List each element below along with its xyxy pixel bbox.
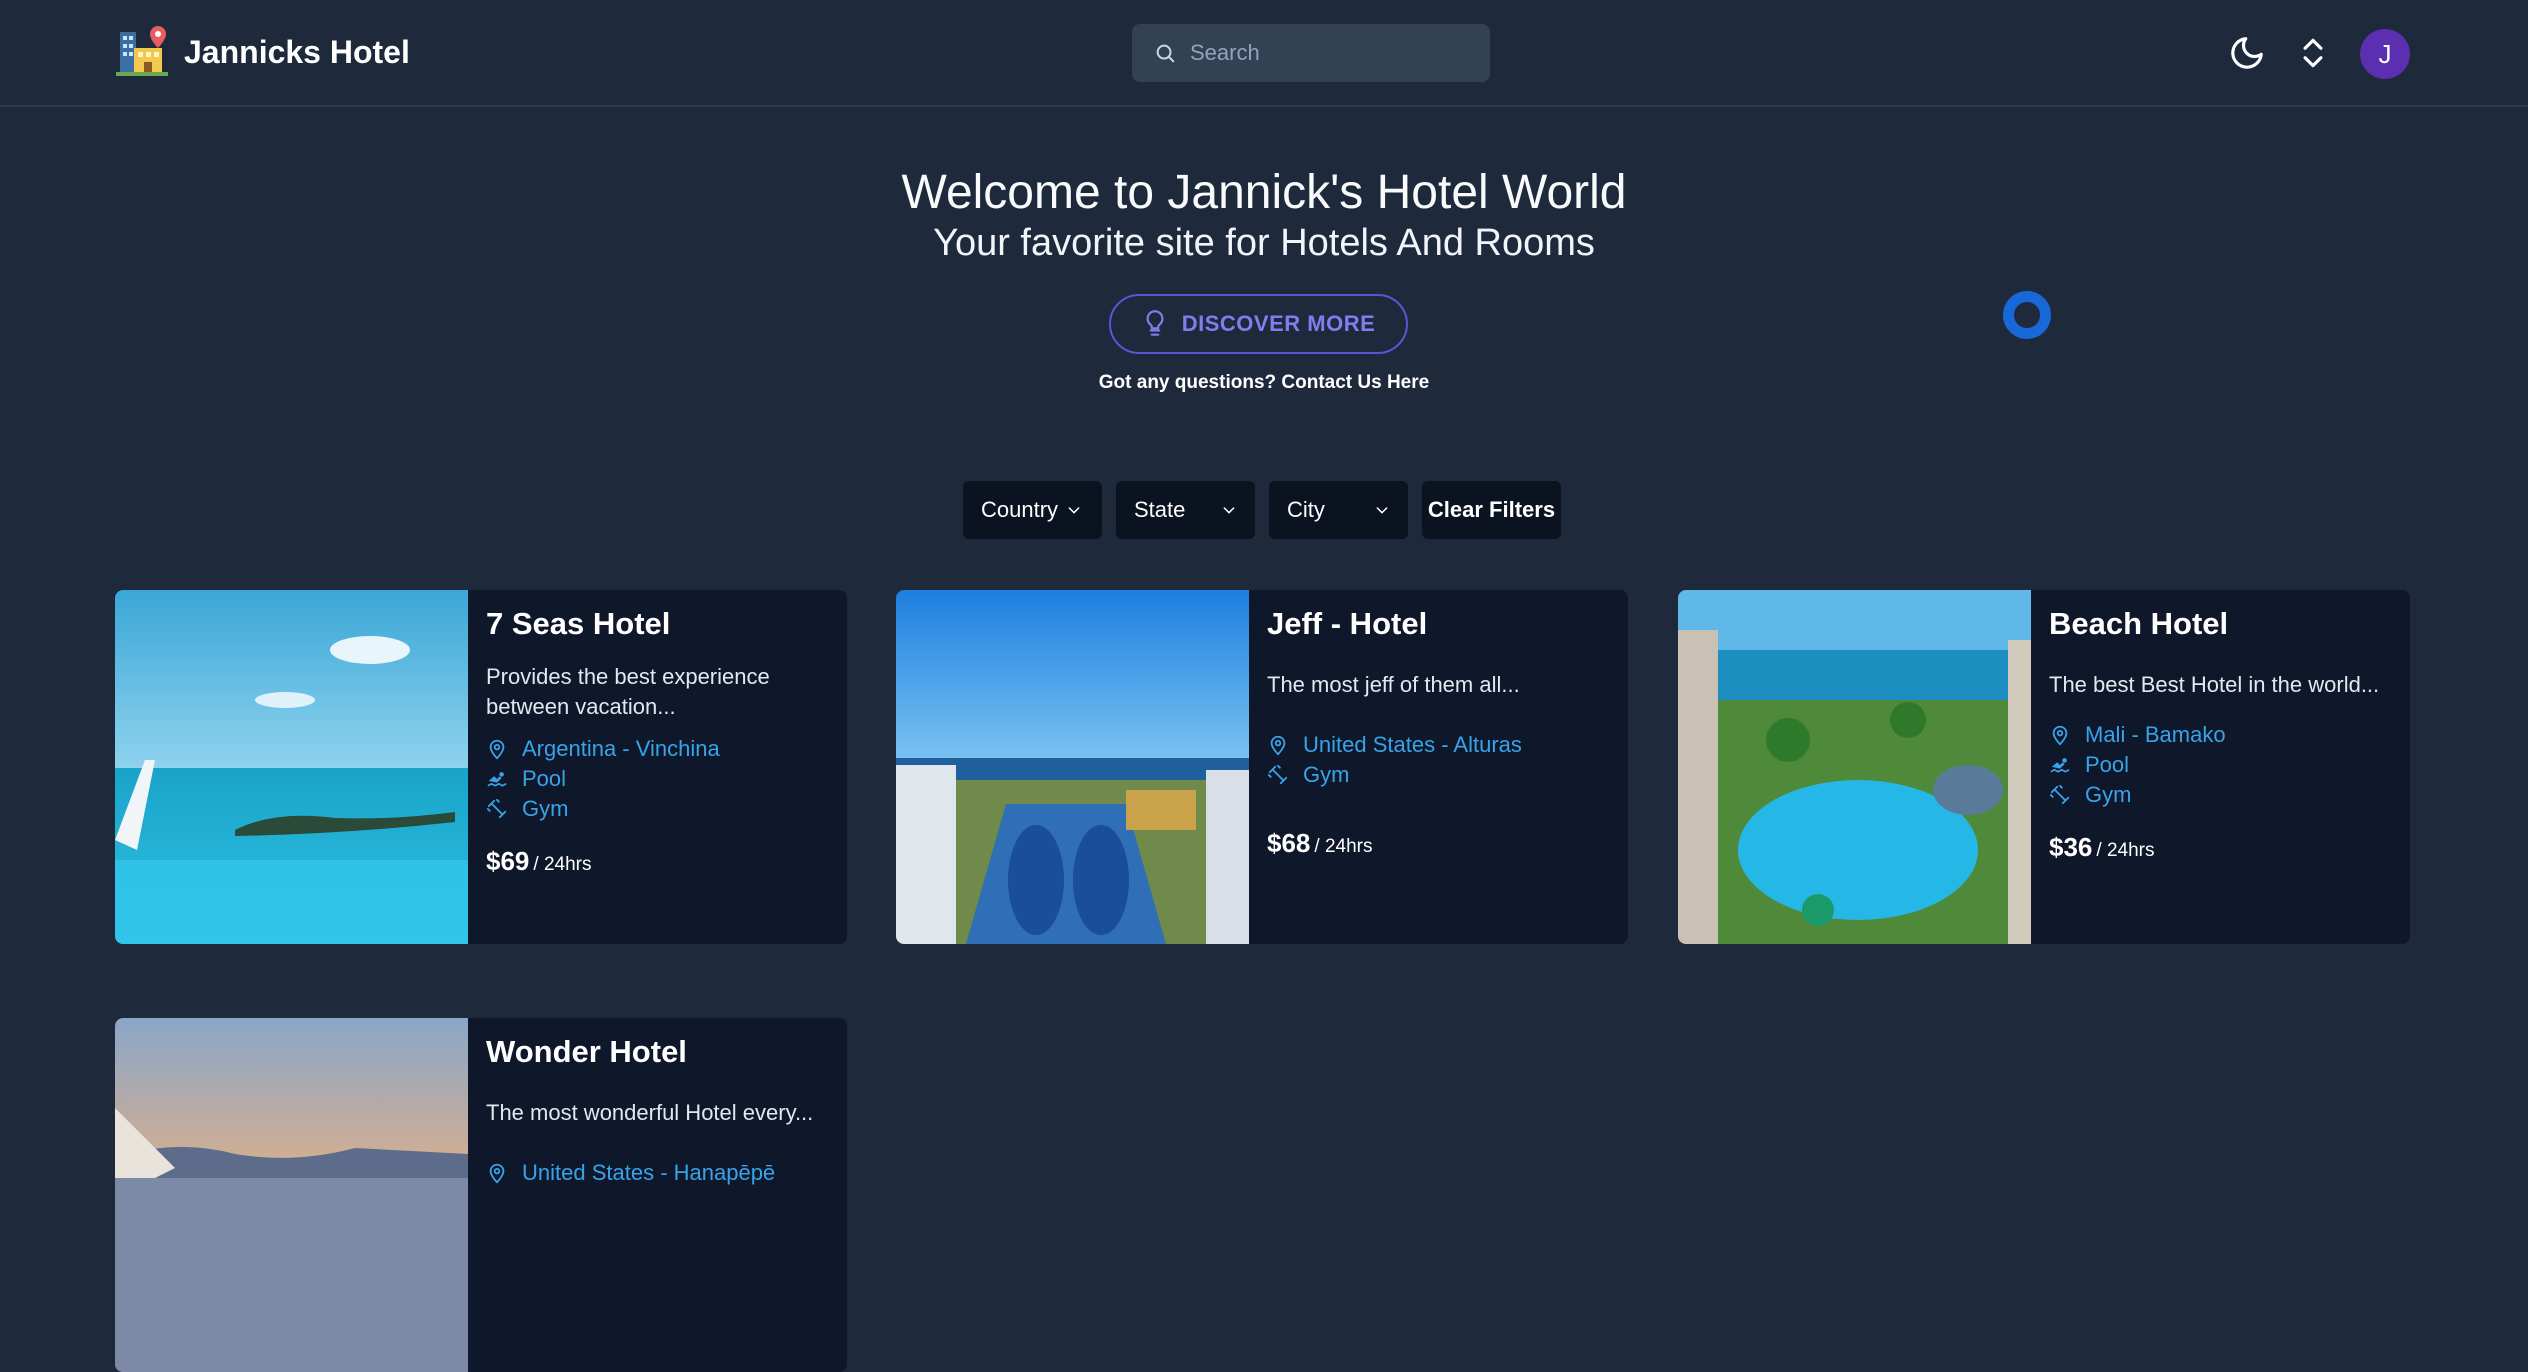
hotel-description: The best Best Hotel in the world...	[2049, 672, 2380, 697]
country-select-label: Country	[981, 497, 1059, 522]
hotel-card[interactable]: 7 Seas Hotel Provides the best experienc…	[115, 590, 847, 944]
map-pin-icon	[489, 1163, 505, 1184]
dark-mode-moon-icon[interactable]	[2228, 34, 2266, 72]
amenity-gym: Gym	[2049, 780, 2392, 810]
discover-more-label: DISCOVER MORE	[1181, 311, 1376, 336]
state-select[interactable]: State	[1116, 481, 1255, 539]
country-select[interactable]: Country	[963, 481, 1102, 539]
hotel-photo-wonder	[115, 1018, 468, 1372]
contact-link[interactable]: Got any questions? Contact Us Here	[0, 372, 2528, 394]
clear-filters-button[interactable]: Clear Filters	[1422, 481, 1561, 539]
hotel-card[interactable]: Wonder Hotel The most wonderful Hotel ev…	[115, 1018, 847, 1372]
hotel-photo-7-seas	[115, 590, 468, 944]
search-icon	[1156, 44, 1175, 63]
hotel-logo-icon	[116, 26, 168, 76]
top-bar: Jannicks Hotel J	[0, 0, 2528, 107]
user-avatar[interactable]: J	[2360, 29, 2410, 79]
hotel-location: United States - Hanapēpē	[486, 1158, 829, 1188]
amenity-gym: Gym	[486, 794, 829, 824]
hotel-location: Argentina - Vinchina	[486, 734, 829, 764]
chevron-down-icon	[1376, 507, 1388, 514]
hero-title: Welcome to Jannick's Hotel World	[901, 166, 1627, 219]
hero-subtitle: Your favorite site for Hotels And Rooms	[933, 222, 1595, 264]
hotel-location: United States - Alturas	[1267, 730, 1610, 760]
hotel-card[interactable]: Jeff - Hotel The most jeff of them all..…	[896, 590, 1628, 944]
discover-more-button[interactable]: DISCOVER MORE	[1109, 294, 1408, 354]
brand[interactable]: Jannicks Hotel	[116, 24, 410, 80]
dumbbell-icon	[1267, 764, 1288, 785]
swimming-icon	[2050, 758, 2070, 773]
chevron-down-icon	[1068, 507, 1080, 514]
hotel-name[interactable]: 7 Seas Hotel	[486, 606, 829, 642]
search-bar[interactable]	[1132, 24, 1490, 82]
hotel-price: $68/ 24hrs	[1267, 828, 1373, 858]
hotel-photo-beach	[1678, 590, 2031, 944]
hotel-photo-jeff	[896, 590, 1249, 944]
lightbulb-icon	[1146, 310, 1164, 336]
amenity-pool: Pool	[486, 764, 829, 794]
map-pin-icon	[2052, 725, 2068, 746]
hotel-name[interactable]: Wonder Hotel	[486, 1034, 829, 1070]
brand-name: Jannicks Hotel	[184, 33, 410, 70]
hotel-description: The most jeff of them all...	[1267, 672, 1520, 697]
hotel-location: Mali - Bamako	[2049, 720, 2392, 750]
dumbbell-icon	[486, 798, 507, 819]
map-pin-icon	[1270, 735, 1286, 756]
loading-spinner	[2003, 291, 2051, 339]
hotel-name[interactable]: Jeff - Hotel	[1267, 606, 1610, 642]
filter-bar: Country State City Clear Filters	[963, 481, 1561, 539]
chevron-down-icon	[1223, 507, 1235, 514]
dumbbell-icon	[2049, 784, 2070, 805]
hotel-price: $36/ 24hrs	[2049, 832, 2155, 862]
swimming-icon	[487, 772, 507, 787]
hotel-description: The most wonderful Hotel every...	[486, 1100, 814, 1125]
hotel-description: Provides the best experience between vac…	[486, 664, 770, 719]
hotel-price: $69/ 24hrs	[486, 846, 592, 876]
hotel-card[interactable]: Beach Hotel The best Best Hotel in the w…	[1678, 590, 2410, 944]
search-input[interactable]	[1190, 40, 1460, 66]
city-select-label: City	[1287, 497, 1325, 522]
amenity-gym: Gym	[1267, 760, 1610, 790]
city-select[interactable]: City	[1269, 481, 1408, 539]
chevron-up-down-icon[interactable]	[2294, 34, 2332, 72]
map-pin-icon	[489, 739, 505, 760]
hotel-name[interactable]: Beach Hotel	[2049, 606, 2392, 642]
state-select-label: State	[1134, 497, 1186, 522]
amenity-pool: Pool	[2049, 750, 2392, 780]
